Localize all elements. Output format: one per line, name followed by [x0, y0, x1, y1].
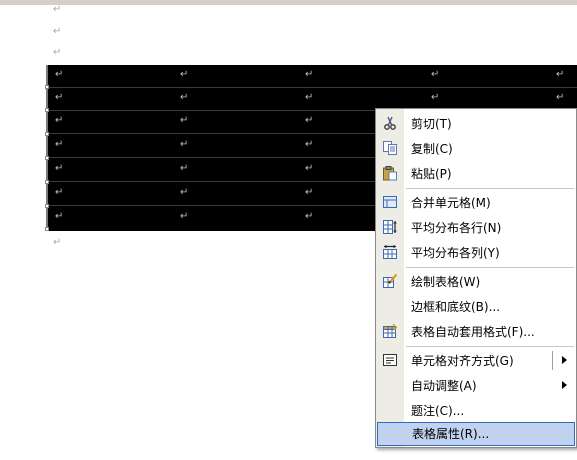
paragraph-mark: ↵: [53, 47, 62, 58]
table-context-menu: 剪切(T) 复制(C) 粘贴(P) 合并单元格(M) 平均分布各行(N) 平均分…: [375, 108, 577, 448]
copy-icon: [383, 141, 397, 155]
distribute-columns-icon: [383, 245, 397, 259]
paragraph-mark: ↵: [53, 4, 62, 15]
cell-end-mark: ↵: [55, 163, 64, 174]
row-resize-handle[interactable]: [45, 204, 49, 208]
menu-item-copy[interactable]: 复制(C): [376, 136, 576, 161]
menu-separator: [406, 346, 574, 347]
menu-separator: [406, 267, 574, 268]
cell-end-mark: ↵: [305, 69, 314, 80]
menu-item-label: 题注(C)...: [411, 404, 465, 418]
menu-item-cut[interactable]: 剪切(T): [376, 111, 576, 136]
menu-item-label: 复制(C): [411, 142, 453, 156]
menu-item-paste[interactable]: 粘贴(P): [376, 161, 576, 186]
menu-item-table-properties[interactable]: 表格属性(R)...: [377, 422, 575, 446]
cell-end-mark: ↵: [55, 139, 64, 150]
menu-item-merge-cells[interactable]: 合并单元格(M): [376, 190, 576, 215]
paragraph-mark: ↵: [53, 237, 62, 248]
menu-item-distribute-columns[interactable]: 平均分布各列(Y): [376, 240, 576, 265]
cell-end-mark: ↵: [180, 92, 189, 103]
cell-end-mark: ↵: [55, 115, 64, 126]
paragraph-mark: ↵: [53, 26, 62, 37]
menu-item-label: 绘制表格(W): [411, 275, 481, 289]
cell-alignment-icon: [383, 354, 397, 366]
menu-item-draw-table[interactable]: 绘制表格(W): [376, 269, 576, 294]
scissors-icon: [384, 116, 396, 130]
menu-item-label: 表格属性(R)...: [412, 427, 490, 441]
row-resize-handle[interactable]: [45, 156, 49, 160]
row-resize-handle[interactable]: [45, 180, 49, 184]
menu-item-caption[interactable]: 题注(C)...: [376, 398, 576, 423]
table-row[interactable]: ↵ ↵ ↵ ↵ ↵: [48, 65, 577, 88]
distribute-rows-icon: [383, 220, 397, 234]
cell-end-mark: ↵: [431, 92, 440, 103]
menu-item-borders-shading[interactable]: 边框和底纹(B)...: [376, 294, 576, 319]
menu-item-label: 平均分布各列(Y): [411, 246, 500, 260]
row-resize-handle[interactable]: [45, 85, 49, 89]
cell-end-mark: ↵: [55, 69, 64, 80]
cell-end-mark: ↵: [55, 187, 64, 198]
menu-item-label: 单元格对齐方式(G): [411, 354, 514, 368]
menu-item-label: 表格自动套用格式(F)...: [411, 325, 535, 339]
cell-end-mark: ↵: [305, 115, 314, 126]
cell-end-mark: ↵: [55, 211, 64, 222]
row-resize-handle[interactable]: [45, 108, 49, 112]
cell-end-mark: ↵: [305, 139, 314, 150]
menu-item-label: 边框和底纹(B)...: [411, 300, 501, 314]
cell-end-mark: ↵: [180, 69, 189, 80]
cell-end-mark: ↵: [556, 69, 565, 80]
cell-end-mark: ↵: [305, 92, 314, 103]
submenu-divider: [552, 351, 553, 370]
paste-icon: [383, 166, 397, 181]
menu-item-distribute-rows[interactable]: 平均分布各行(N): [376, 215, 576, 240]
menu-item-label: 自动调整(A): [411, 379, 477, 393]
menu-separator: [406, 188, 574, 189]
row-resize-handle[interactable]: [45, 227, 49, 231]
cell-end-mark: ↵: [556, 92, 565, 103]
cell-end-mark: ↵: [431, 69, 440, 80]
cell-end-mark: ↵: [180, 211, 189, 222]
menu-item-label: 合并单元格(M): [411, 196, 491, 210]
top-toolbar-edge: [0, 0, 577, 5]
menu-item-table-autoformat[interactable]: 表格自动套用格式(F)...: [376, 319, 576, 344]
merge-cells-icon: [383, 196, 397, 208]
menu-item-autofit[interactable]: 自动调整(A): [376, 373, 576, 398]
cell-end-mark: ↵: [305, 163, 314, 174]
row-resize-handle[interactable]: [45, 132, 49, 136]
submenu-arrow-icon: [562, 356, 567, 364]
cell-end-mark: ↵: [305, 187, 314, 198]
draw-table-icon: [383, 273, 398, 288]
menu-item-label: 平均分布各行(N): [411, 221, 502, 235]
table-autoformat-icon: [383, 323, 398, 338]
cell-end-mark: ↵: [180, 139, 189, 150]
cell-end-mark: ↵: [180, 187, 189, 198]
menu-item-label: 粘贴(P): [411, 167, 452, 181]
menu-item-cell-alignment[interactable]: 单元格对齐方式(G): [376, 348, 576, 373]
cell-end-mark: ↵: [180, 163, 189, 174]
cell-end-mark: ↵: [180, 115, 189, 126]
menu-item-label: 剪切(T): [411, 117, 452, 131]
cell-end-mark: ↵: [55, 92, 64, 103]
cell-end-mark: ↵: [305, 211, 314, 222]
submenu-arrow-icon: [562, 381, 567, 389]
